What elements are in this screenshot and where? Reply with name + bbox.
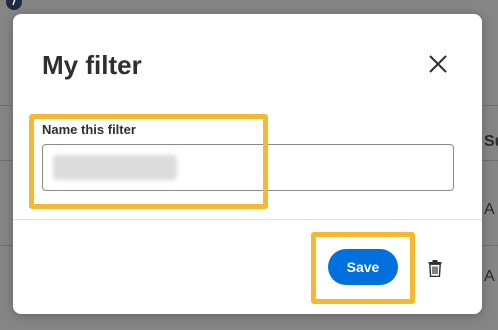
background-cell: A bbox=[484, 201, 495, 218]
footer-divider bbox=[13, 219, 482, 220]
info-icon bbox=[6, 0, 22, 10]
background-cell: A bbox=[484, 268, 495, 285]
close-icon bbox=[429, 55, 447, 73]
modal-title: My filter bbox=[42, 50, 142, 80]
redacted-value bbox=[53, 155, 177, 180]
filter-name-input[interactable] bbox=[42, 144, 454, 191]
delete-filter-button[interactable] bbox=[426, 258, 444, 278]
close-button[interactable] bbox=[425, 51, 451, 77]
filter-name-label: Name this filter bbox=[42, 122, 136, 137]
filter-modal: My filter Name this filter Save bbox=[13, 14, 482, 314]
background-column-header: Su bbox=[484, 133, 498, 150]
trash-icon bbox=[428, 259, 442, 277]
save-button[interactable]: Save bbox=[328, 249, 398, 285]
